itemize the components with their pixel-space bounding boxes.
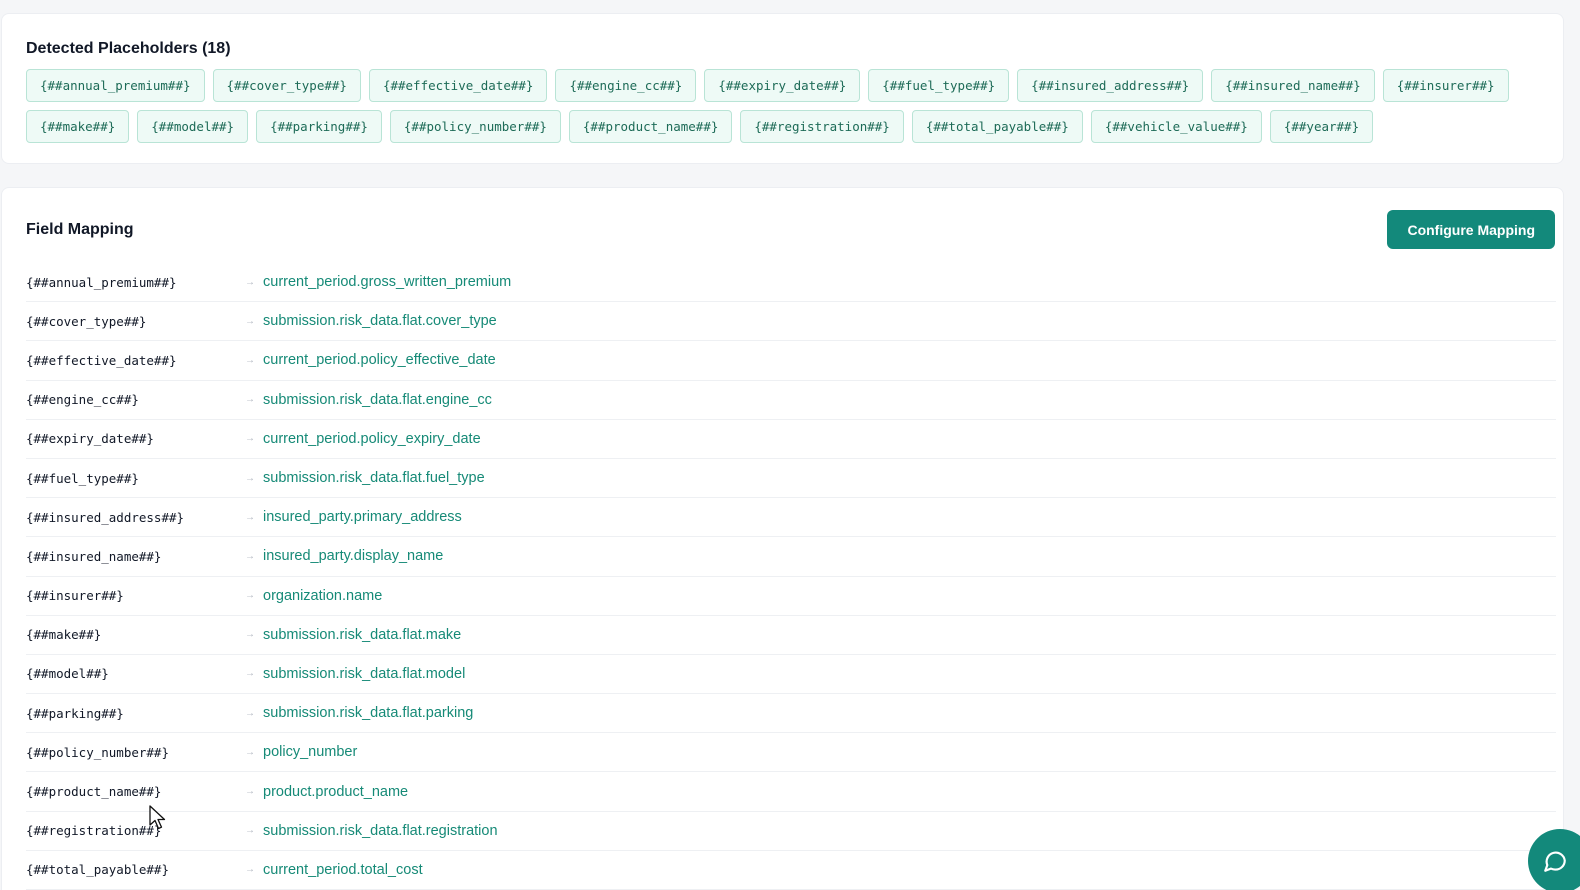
placeholder-chip[interactable]: {##effective_date##} [368, 69, 548, 102]
mapping-row: {##effective_date##} → current_period.poli… [26, 341, 1556, 381]
arrow-right-icon: → [245, 746, 255, 758]
mapping-row: {##fuel_type##} → submission.risk_data.fla… [26, 459, 1556, 499]
mapping-row: {##product_name##} → product.product_name [26, 772, 1556, 812]
mapping-row: {##registration##} → submission.risk_data.… [26, 812, 1556, 851]
arrow-right-icon: → [245, 354, 255, 366]
placeholder-chip[interactable]: {##vehicle_value##} [1090, 110, 1262, 143]
mapping-row: {##engine_cc##} → submission.risk_data.fla… [26, 381, 1556, 420]
arrow-right-icon: → [245, 511, 255, 523]
mapping-placeholder-key: {##insurer##} [26, 588, 124, 604]
detected-placeholders-card: Detected Placeholders (18) {##annual_pre… [1, 13, 1564, 164]
placeholder-chip[interactable]: {##registration##} [740, 110, 904, 143]
arrow-right-icon: → [245, 786, 255, 798]
mapping-field-path: submission.risk_data.flat.cover_type [263, 313, 497, 330]
mapping-row: {##total_payable##} → current_period.total… [26, 851, 1556, 890]
mapping-placeholder-key: {##effective_date##} [26, 352, 177, 368]
mapping-placeholder-key: {##fuel_type##} [26, 470, 139, 486]
placeholder-chip[interactable]: {##total_payable##} [911, 110, 1083, 143]
chat-button[interactable] [1528, 829, 1580, 890]
mapping-field-path: submission.risk_data.flat.parking [263, 705, 474, 722]
mapping-row: {##policy_number##} → policy_number [26, 733, 1556, 773]
arrow-right-icon: → [245, 864, 255, 876]
mapping-row: {##parking##} → submission.risk_data.flat.… [26, 694, 1556, 734]
mapping-row: {##insured_name##} → insured_party.display… [26, 537, 1556, 577]
configure-mapping-button[interactable]: Configure Mapping [1387, 210, 1555, 249]
placeholder-chip[interactable]: {##policy_number##} [389, 110, 561, 143]
arrow-right-icon: → [245, 276, 255, 288]
mapping-placeholder-key: {##engine_cc##} [26, 392, 139, 408]
placeholder-chip-list: {##annual_premium##} {##cover_type##} {##e… [26, 69, 1556, 143]
mapping-field-path: submission.risk_data.flat.registration [263, 822, 498, 839]
placeholder-chip[interactable]: {##insurer##} [1382, 69, 1509, 102]
mapping-field-path: submission.risk_data.flat.engine_cc [263, 391, 492, 408]
mapping-row: {##cover_type##} → submission.risk_data.fl… [26, 302, 1556, 342]
field-mapping-title: Field Mapping [26, 221, 134, 238]
placeholder-chip[interactable]: {##engine_cc##} [555, 69, 697, 102]
placeholder-chip[interactable]: {##insured_address##} [1017, 69, 1204, 102]
mapping-placeholder-key: {##cover_type##} [26, 313, 147, 329]
field-mapping-card: Field Mapping Configure Mapping {##annua… [1, 187, 1564, 890]
arrow-right-icon: → [245, 433, 255, 445]
mapping-placeholder-key: {##registration##} [26, 823, 162, 839]
placeholder-chip[interactable]: {##insured_name##} [1211, 69, 1375, 102]
placeholder-chip[interactable]: {##make##} [26, 110, 130, 143]
mapping-placeholder-key: {##annual_premium##} [26, 274, 177, 290]
arrow-right-icon: → [245, 315, 255, 327]
placeholder-chip[interactable]: {##parking##} [256, 110, 382, 143]
arrow-right-icon: → [245, 825, 255, 837]
arrow-right-icon: → [245, 550, 255, 562]
mapping-row: {##model##} → submission.risk_data.flat.mo… [26, 655, 1556, 695]
detected-placeholders-title: Detected Placeholders (18) [26, 40, 231, 57]
mapping-placeholder-key: {##policy_number##} [26, 744, 169, 760]
placeholder-chip[interactable]: {##year##} [1269, 110, 1374, 143]
arrow-right-icon: → [245, 668, 255, 680]
mapping-row: {##expiry_date##} → current_period.policy_… [26, 420, 1556, 459]
mapping-placeholder-key: {##make##} [26, 627, 102, 643]
mapping-field-path: current_period.policy_effective_date [263, 352, 496, 369]
field-mapping-list: {##annual_premium##} → current_period.gros… [26, 263, 1556, 890]
mapping-field-path: submission.risk_data.flat.fuel_type [263, 470, 485, 487]
mapping-placeholder-key: {##insured_address##} [26, 509, 185, 525]
arrow-right-icon: → [245, 707, 255, 719]
mapping-field-path: submission.risk_data.flat.model [263, 665, 466, 682]
arrow-right-icon: → [245, 629, 255, 641]
mapping-placeholder-key: {##insured_name##} [26, 548, 162, 564]
placeholder-chip[interactable]: {##annual_premium##} [26, 69, 205, 102]
mapping-row: {##insured_address##} → insured_party.prim… [26, 498, 1556, 538]
placeholder-chip[interactable]: {##product_name##} [568, 110, 733, 143]
mapping-field-path: policy_number [263, 744, 358, 761]
placeholder-chip[interactable]: {##expiry_date##} [704, 69, 861, 102]
mapping-field-path: insured_party.display_name [263, 548, 444, 565]
mapping-field-path: current_period.policy_expiry_date [263, 430, 481, 447]
mapping-field-path: insured_party.primary_address [263, 509, 462, 526]
mapping-row: {##annual_premium##} → current_period.gros… [26, 263, 1556, 303]
mapping-field-path: current_period.gross_written_premium [263, 274, 512, 291]
arrow-right-icon: → [245, 590, 255, 602]
mapping-placeholder-key: {##total_payable##} [26, 862, 169, 878]
mapping-field-path: current_period.total_cost [263, 861, 423, 878]
placeholder-chip[interactable]: {##fuel_type##} [868, 69, 1010, 102]
arrow-right-icon: → [245, 472, 255, 484]
placeholder-chip[interactable]: {##model##} [137, 110, 249, 143]
mapping-row: {##insurer##} → organization.name [26, 577, 1556, 616]
mapping-placeholder-key: {##parking##} [26, 705, 124, 721]
mapping-field-path: product.product_name [263, 783, 409, 800]
chat-bubble-icon [1544, 851, 1566, 872]
mapping-field-path: submission.risk_data.flat.make [263, 626, 462, 643]
mapping-placeholder-key: {##expiry_date##} [26, 431, 154, 447]
mapping-row: {##make##} → submission.risk_data.flat.mak… [26, 616, 1556, 655]
mapping-placeholder-key: {##model##} [26, 666, 109, 682]
placeholder-chip[interactable]: {##cover_type##} [212, 69, 361, 102]
arrow-right-icon: → [245, 394, 255, 406]
mapping-placeholder-key: {##product_name##} [26, 784, 162, 800]
mapping-field-path: organization.name [263, 587, 383, 604]
